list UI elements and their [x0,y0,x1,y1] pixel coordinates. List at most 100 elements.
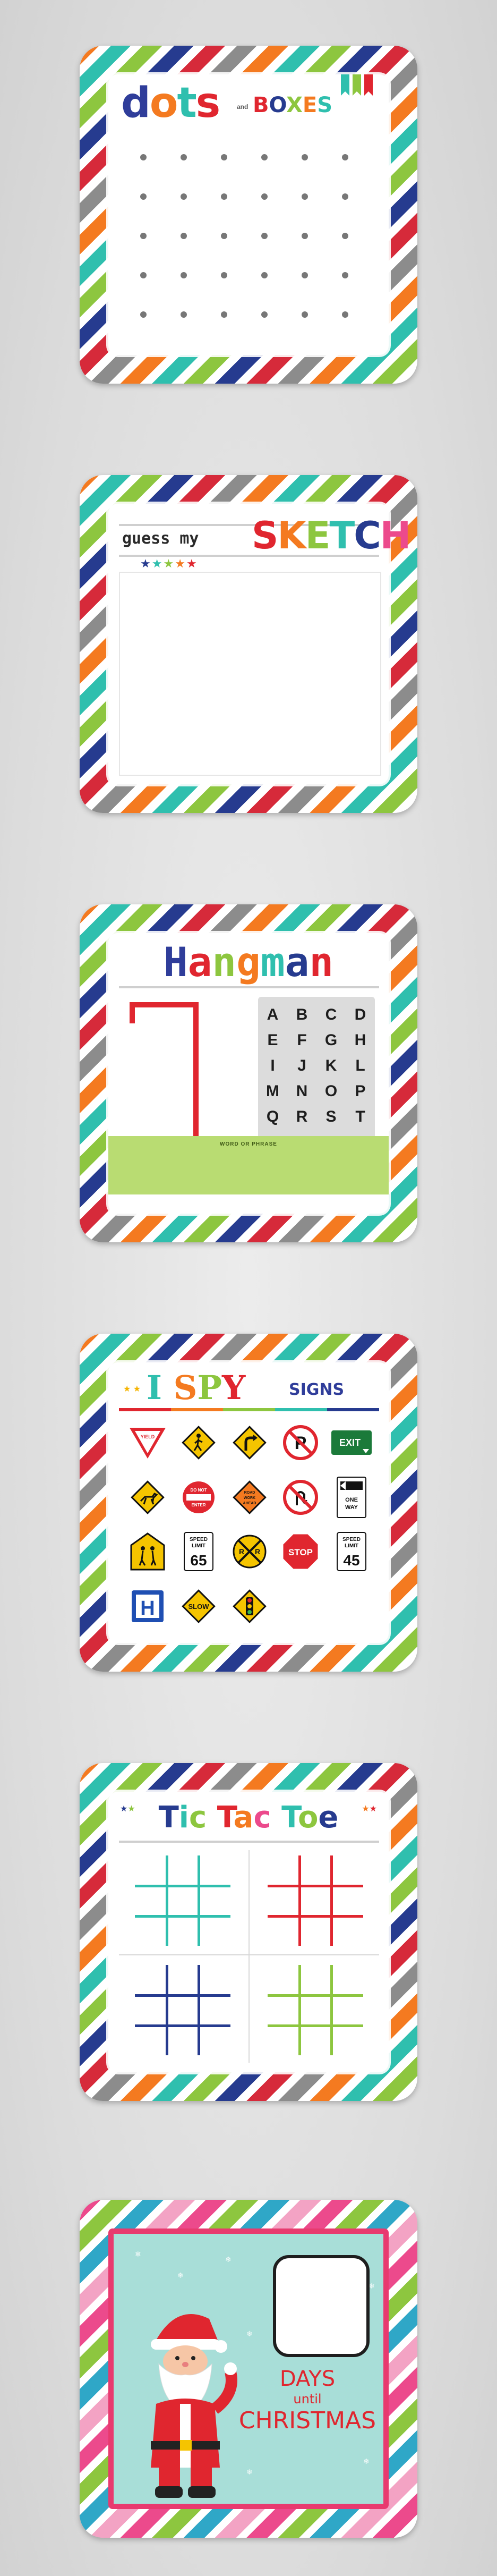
snowflake-icon: ❄ [225,2255,232,2264]
svg-text:R: R [239,1547,244,1556]
divider [119,1954,379,1955]
letter-n[interactable]: N [287,1079,316,1104]
grid-line [166,1855,168,1946]
do-not-enter-sign-icon[interactable]: DO NOT ENTER [180,1479,217,1516]
divider [248,1850,250,2063]
letter-c[interactable]: C [316,1002,346,1028]
letter-a[interactable]: A [258,1002,287,1028]
svg-text:R: R [255,1547,260,1556]
santa-icon [151,2314,237,2498]
tic-tac-toe-grid[interactable] [135,1965,230,2055]
letter-j[interactable]: J [287,1053,316,1079]
svg-text:AHEAD: AHEAD [243,1502,256,1505]
i-spy-panel: ★ ★ I SPY SIGNS YIELD P [108,1362,389,1643]
grid-line [268,1994,363,1997]
svg-text:65: 65 [190,1552,207,1569]
yield-sign-icon[interactable]: YIELD [128,1426,167,1460]
tic-tac-toe-grid[interactable] [135,1855,230,1946]
i-spy-title: I SPY [147,1368,246,1407]
letter-i[interactable]: I [258,1053,287,1079]
no-u-turn-sign-icon[interactable] [282,1479,319,1516]
letter-g[interactable]: G [316,1028,346,1053]
letter-m[interactable]: M [258,1079,287,1104]
dot-grid[interactable] [140,154,358,329]
svg-text:SPEED: SPEED [342,1537,361,1543]
alphabet-grid: ABCDEFGHIJKLMNOPQRSTUVWXYZ [258,997,375,1176]
pedestrian-sign-icon[interactable] [180,1424,217,1461]
hangman-card: Hangman ABCDEFGHIJKLMNOPQRSTUVWXYZ WORD … [80,904,417,1242]
letter-r[interactable]: R [287,1104,316,1130]
one-way-sign-icon[interactable]: ONE WAY [336,1476,367,1519]
flag-icon [341,74,349,96]
grid-line [135,1994,230,1997]
snowflake-icon: ❄ [246,2468,253,2476]
letter-p[interactable]: P [346,1079,375,1104]
dot [140,233,147,239]
dot [140,272,147,278]
star-row-icon: ★★★★★ [140,557,198,570]
christmas-label: CHRISTMAS [238,2407,376,2434]
school-crossing-sign-icon[interactable] [130,1532,165,1571]
word-or-phrase-label: WORD OR PHRASE [220,1141,277,1147]
hangman-section: Hangman ABCDEFGHIJKLMNOPQRSTUVWXYZ WORD … [0,859,497,1288]
christmas-countdown-section: ❄ ❄ ❄ ❄ ❄ ❄ ❄ DAYS until CHRISTMAS [0,2147,497,2576]
stop-sign-icon[interactable]: STOP [281,1532,320,1571]
drawing-area[interactable] [119,572,381,776]
letter-l[interactable]: L [346,1053,375,1079]
letter-q[interactable]: Q [258,1104,287,1130]
slow-sign-icon[interactable]: SLOW [180,1588,217,1625]
dot [261,154,268,160]
christmas-panel: ❄ ❄ ❄ ❄ ❄ ❄ ❄ DAYS until CHRISTMAS [108,2228,389,2509]
exit-sign-icon[interactable]: EXIT [330,1429,373,1456]
curve-sign-icon[interactable] [231,1424,268,1461]
letter-s[interactable]: S [316,1104,346,1130]
grid-line [298,1855,301,1946]
dot [342,272,348,278]
road-work-sign-icon[interactable]: ROAD WORK AHEAD [231,1479,268,1516]
deer-crossing-sign-icon[interactable] [129,1479,166,1516]
dot [342,311,348,318]
letter-h[interactable]: H [346,1028,375,1053]
tic-tac-toe-grid[interactable] [268,1965,363,2055]
tic-tac-toe-panel: ★★ ★★ Tic Tac Toe [108,1792,389,2072]
letter-f[interactable]: F [287,1028,316,1053]
dots-and-boxes-panel: dots and BOXES [108,74,389,355]
grid-line [268,1885,363,1887]
dot [342,193,348,200]
letter-t[interactable]: T [346,1104,375,1130]
svg-text:ONE: ONE [345,1497,358,1503]
guess-my-sketch-section: guess my SKETCH ★★★★★ [0,429,497,859]
letter-k[interactable]: K [316,1053,346,1079]
svg-text:WORK: WORK [244,1496,255,1500]
dot [140,154,147,160]
and-word: and [237,103,248,111]
letter-d[interactable]: D [346,1002,375,1028]
tic-tac-toe-grid[interactable] [268,1855,363,1946]
guess-my-text: guess my [122,529,199,548]
countdown-number-box[interactable] [273,2255,370,2357]
dot [140,193,147,200]
letter-e[interactable]: E [258,1028,287,1053]
dots-word: dots [121,79,220,127]
no-parking-sign-icon[interactable]: P [282,1424,319,1461]
svg-text:ROAD: ROAD [244,1491,255,1495]
dot [221,154,227,160]
dots-and-boxes-section: dots and BOXES [0,0,497,429]
letter-o[interactable]: O [316,1079,346,1104]
letter-b[interactable]: B [287,1002,316,1028]
snowflake-icon: ❄ [246,2329,253,2338]
dot [221,193,227,200]
grid-line [198,1965,200,2055]
railroad-crossing-sign-icon[interactable]: RR [231,1533,268,1570]
hospital-sign-icon[interactable]: H [131,1589,165,1623]
dot [221,272,227,278]
grid-line [298,1965,301,2055]
guess-my-sketch-card: guess my SKETCH ★★★★★ [80,475,417,813]
traffic-signal-sign-icon[interactable] [231,1588,268,1625]
svg-text:SLOW: SLOW [188,1603,210,1611]
speed-limit-65-sign-icon[interactable]: SPEED LIMIT 65 [183,1531,214,1572]
grid-line [135,1885,230,1887]
dot [181,154,187,160]
i-spy-card: ★ ★ I SPY SIGNS YIELD P [80,1334,417,1672]
speed-limit-45-sign-icon[interactable]: SPEED LIMIT 45 [336,1531,367,1572]
